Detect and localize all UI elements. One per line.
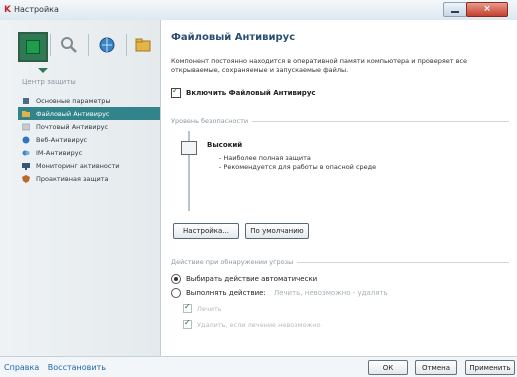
radio-button[interactable] bbox=[171, 274, 181, 284]
checkbox-box[interactable] bbox=[183, 302, 192, 313]
sidebar-nav: Основные параметры Файловый Антивирус По… bbox=[18, 94, 160, 185]
security-level-group-label: Уровень безопасности bbox=[171, 117, 253, 125]
sidebar-item-general[interactable]: Основные параметры bbox=[18, 94, 160, 107]
action-value: Лечить, невозможно - удалять bbox=[273, 289, 388, 297]
sidebar-item-label: Файловый Антивирус bbox=[36, 109, 110, 118]
sidebar-item-label: Мониторинг активности bbox=[36, 161, 120, 170]
cancel-button[interactable]: Отмена bbox=[415, 360, 457, 375]
checkbox-box[interactable] bbox=[183, 318, 192, 329]
delete-checkbox[interactable]: Удалить, если лечение невозможно bbox=[183, 318, 321, 329]
globe-icon bbox=[22, 136, 30, 143]
sidebar-item-label: IM-Антивирус bbox=[36, 148, 83, 157]
minimize-button[interactable] bbox=[443, 2, 467, 17]
treat-checkbox[interactable]: Лечить bbox=[183, 302, 222, 313]
globe-update-icon bbox=[99, 37, 115, 53]
folder-icon bbox=[135, 38, 151, 52]
footer-bar: Справка Восстановить ОК Отмена Применить bbox=[0, 356, 517, 377]
sidebar-item-label: Веб-Антивирус bbox=[36, 135, 88, 144]
ok-button[interactable]: ОК bbox=[368, 360, 408, 375]
sidebar-item-mail-antivirus[interactable]: Почтовый Антивирус bbox=[18, 120, 160, 133]
default-button[interactable]: По умолчанию bbox=[245, 223, 309, 239]
radio-perform-action[interactable]: Выполнять действие: Лечить, невозможно -… bbox=[171, 288, 388, 298]
restore-link[interactable]: Восстановить bbox=[48, 363, 106, 372]
apply-button[interactable]: Применить bbox=[465, 360, 515, 375]
action-group-label: Действие при обнаружении угрозы bbox=[171, 258, 298, 266]
treat-label: Лечить bbox=[197, 304, 222, 313]
folder-shield-icon bbox=[22, 110, 30, 117]
sidebar-item-web-antivirus[interactable]: Веб-Антивирус bbox=[18, 133, 160, 146]
update-tab[interactable] bbox=[94, 32, 120, 58]
close-button[interactable]: × bbox=[466, 2, 508, 17]
sidebar-item-label: Основные параметры bbox=[36, 96, 111, 105]
category-toolbar bbox=[18, 32, 154, 62]
protection-center-tab[interactable] bbox=[18, 32, 48, 62]
sidebar-item-im-antivirus[interactable]: IM-Антивирус bbox=[18, 146, 160, 159]
chat-icon bbox=[22, 150, 30, 155]
enable-label: Включить Файловый Антивирус bbox=[186, 89, 316, 97]
level-desc-line: - Рекомендуется для работы в опасной сре… bbox=[219, 163, 377, 171]
shield-icon bbox=[22, 174, 30, 183]
gear-icon bbox=[23, 97, 29, 104]
title-bar: K Настройка × bbox=[0, 0, 517, 21]
sidebar-item-activity-monitor[interactable]: Мониторинг активности bbox=[18, 159, 160, 172]
section-title: Центр защиты bbox=[22, 78, 76, 86]
checkbox-box[interactable] bbox=[171, 86, 181, 98]
tools-tab[interactable] bbox=[130, 32, 156, 58]
scan-tab[interactable] bbox=[56, 32, 82, 58]
sidebar-item-label: Проактивная защита bbox=[36, 174, 109, 183]
security-level-description: - Наиболее полная защита - Рекомендуется… bbox=[219, 154, 376, 172]
window-title: Настройка bbox=[14, 5, 59, 14]
magnifier-icon bbox=[61, 37, 77, 53]
radio-button[interactable] bbox=[171, 288, 181, 298]
radio-label: Выполнять действие: bbox=[186, 289, 266, 297]
mail-icon bbox=[22, 123, 30, 130]
component-description: Компонент постоянно находится в оператив… bbox=[171, 57, 467, 74]
security-level-name: Высокий bbox=[207, 141, 243, 149]
footer-links: Справка Восстановить bbox=[4, 363, 112, 372]
main-panel: Файловый Антивирус Компонент постоянно н… bbox=[161, 20, 517, 356]
sidebar-item-file-antivirus[interactable]: Файловый Антивирус bbox=[18, 107, 160, 120]
security-level-slider[interactable] bbox=[179, 129, 199, 211]
kaspersky-logo-icon: K bbox=[4, 5, 11, 15]
slider-thumb[interactable] bbox=[181, 141, 197, 155]
sidebar-item-label: Почтовый Антивирус bbox=[36, 122, 109, 131]
level-desc-line: - Наиболее полная защита bbox=[219, 154, 311, 162]
sidebar-item-proactive[interactable]: Проактивная защита bbox=[18, 172, 160, 185]
radio-label: Выбирать действие автоматически bbox=[186, 275, 318, 283]
help-link[interactable]: Справка bbox=[4, 363, 39, 372]
monitor-icon bbox=[22, 162, 30, 170]
protection-icon bbox=[26, 40, 40, 54]
radio-auto-action[interactable]: Выбирать действие автоматически bbox=[171, 274, 317, 284]
sidebar: Центр защиты Основные параметры Файловый… bbox=[0, 20, 161, 356]
page-title: Файловый Антивирус bbox=[171, 32, 296, 43]
selection-pointer bbox=[38, 68, 48, 73]
enable-file-antivirus-checkbox[interactable]: Включить Файловый Антивирус bbox=[171, 86, 316, 98]
settings-button[interactable]: Настройка... bbox=[173, 223, 239, 239]
delete-label: Удалить, если лечение невозможно bbox=[197, 320, 321, 329]
